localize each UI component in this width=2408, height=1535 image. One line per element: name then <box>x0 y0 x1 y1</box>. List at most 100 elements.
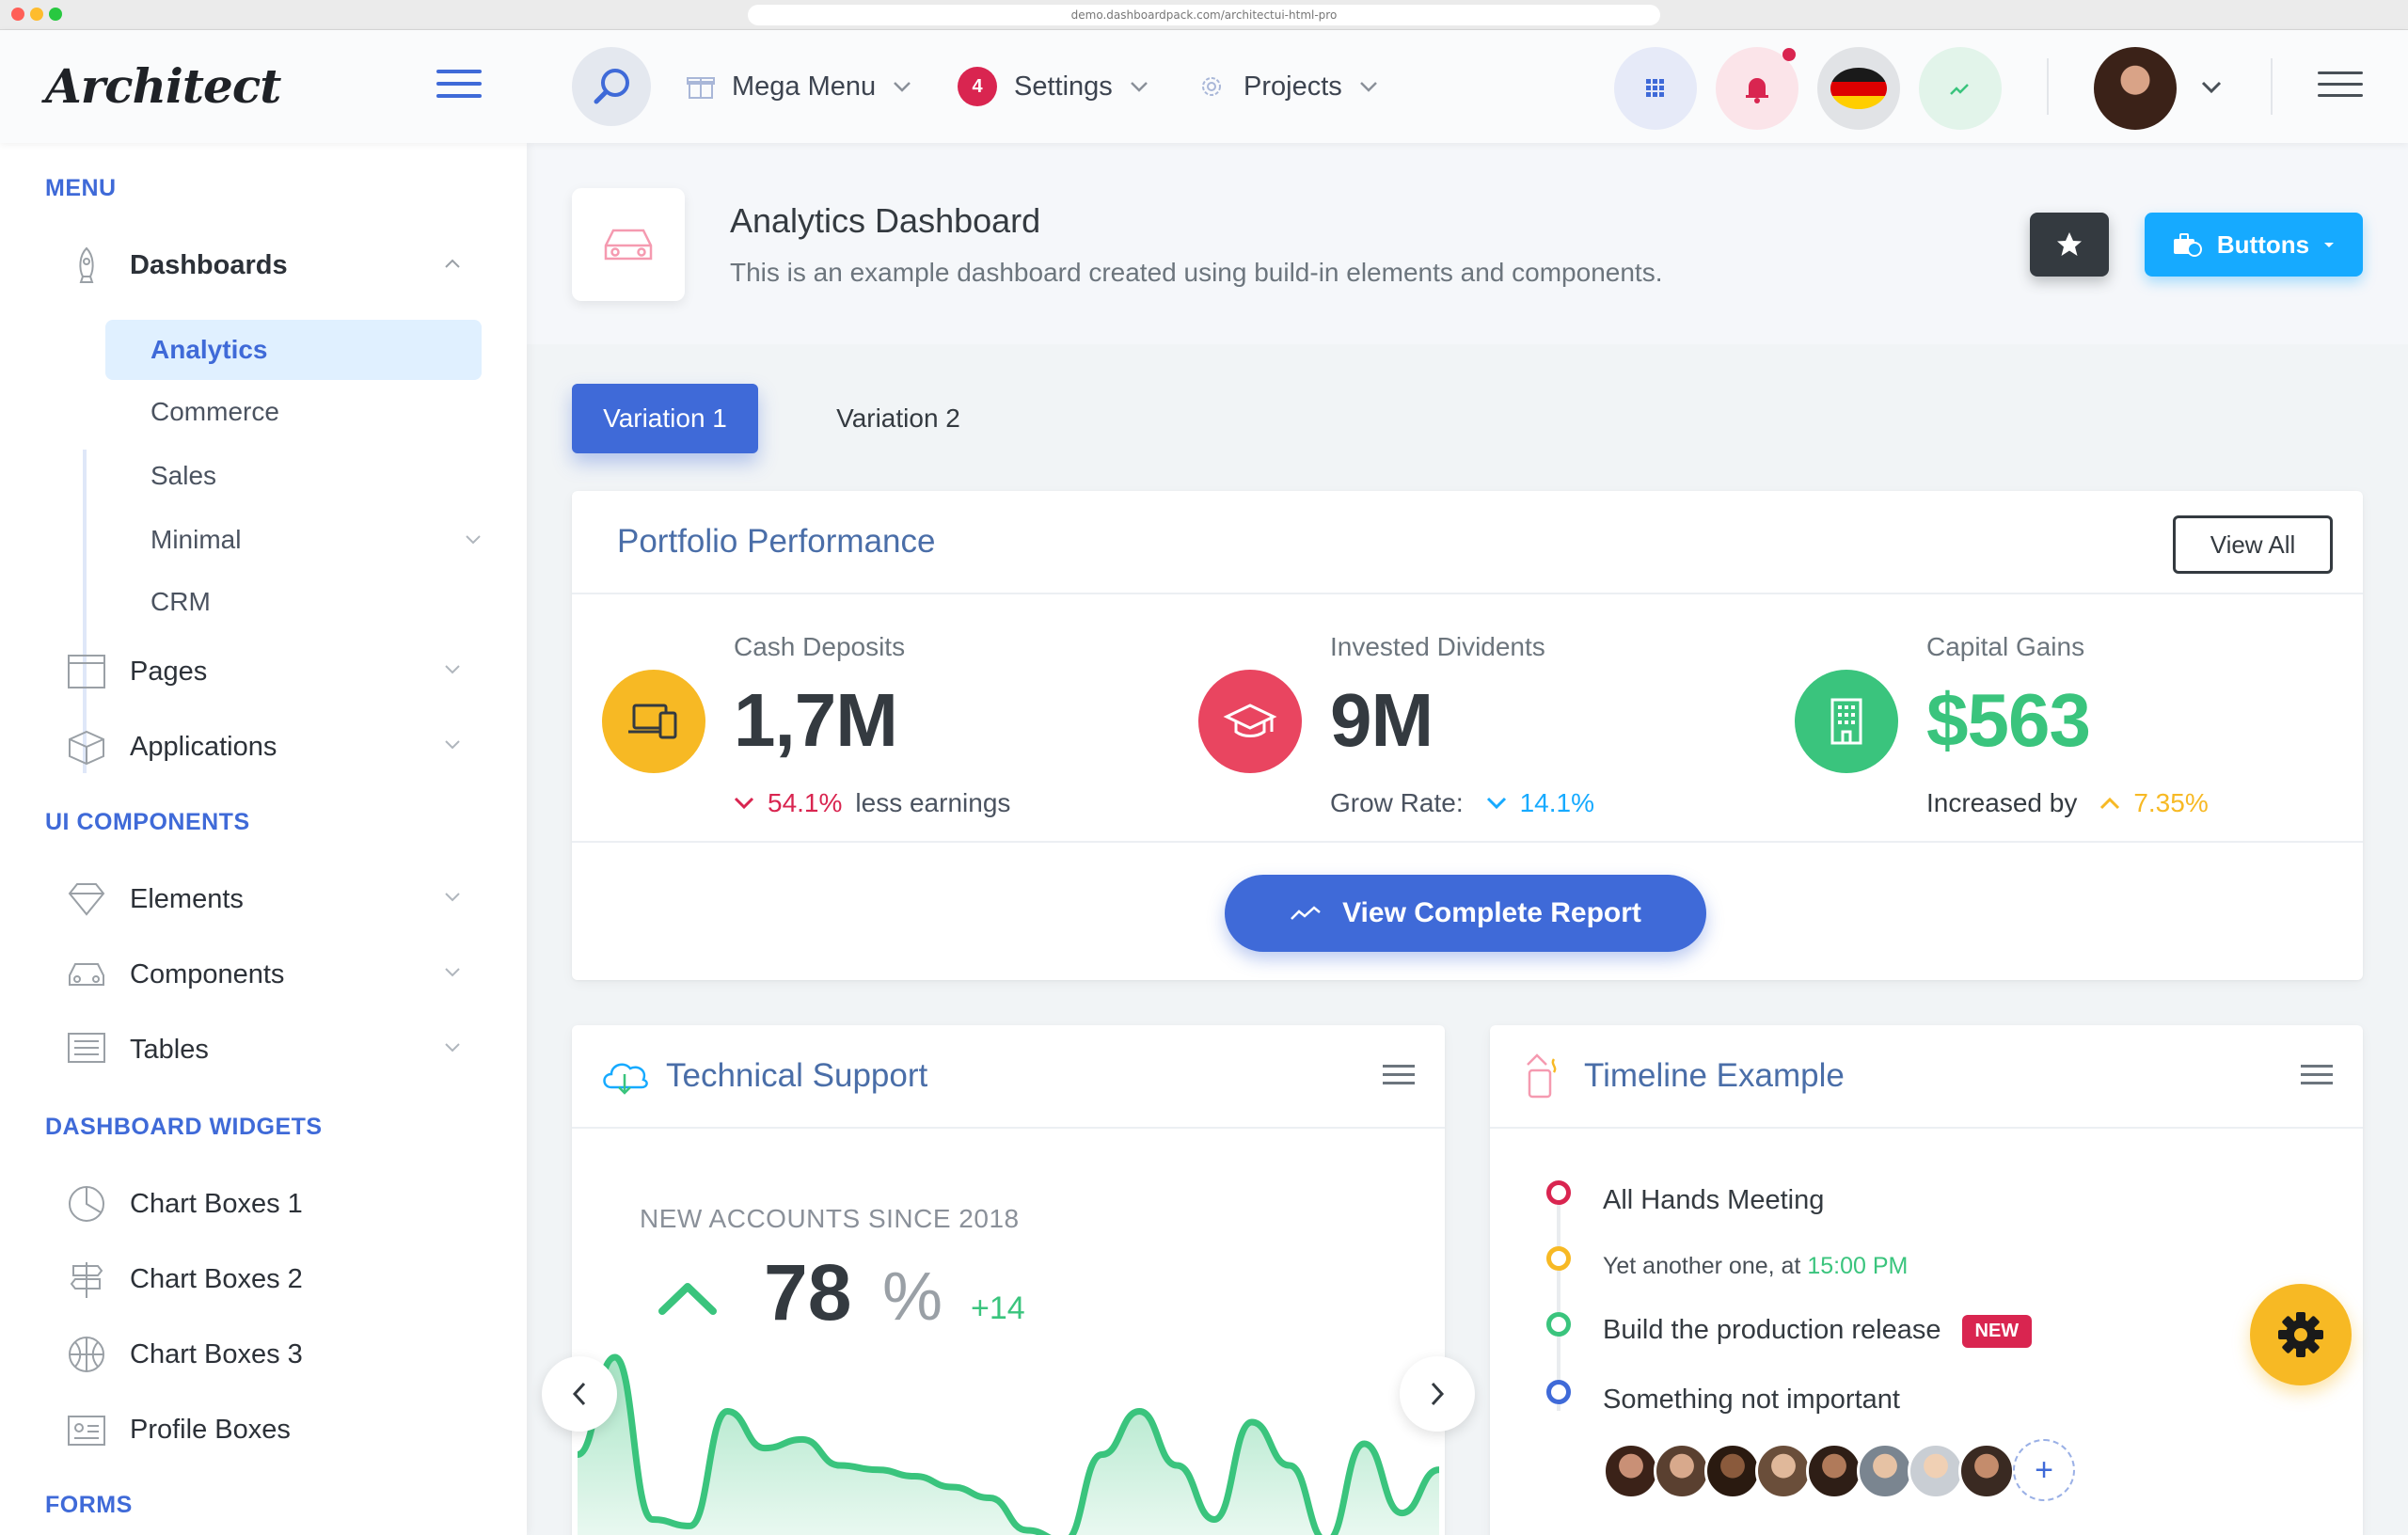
sidebar-section-forms: FORMS <box>45 1492 133 1518</box>
maximize-window-button[interactable] <box>49 8 62 21</box>
rocket-icon <box>66 245 107 286</box>
sidebar-toggle-button[interactable] <box>436 70 482 98</box>
card-menu-button[interactable] <box>2301 1065 2333 1090</box>
sidebar-item-minimal[interactable]: Minimal <box>105 510 482 570</box>
buttons-dropdown[interactable]: Buttons <box>2145 213 2363 277</box>
theme-settings-button[interactable] <box>2250 1284 2352 1385</box>
sidebar-item-tables[interactable]: Tables <box>66 1021 480 1078</box>
header-divider <box>2271 58 2273 115</box>
carousel-next-button[interactable] <box>1400 1356 1475 1432</box>
stat-footer: 54.1% less earnings <box>734 788 1010 818</box>
search-button[interactable] <box>572 47 651 126</box>
diamond-icon <box>66 878 107 920</box>
avatar[interactable] <box>1654 1443 1710 1499</box>
timeline-text-main: Build the production release <box>1603 1315 1941 1346</box>
sidebar-item-components[interactable]: Components <box>66 946 480 1003</box>
signpost-icon <box>66 1258 107 1300</box>
avatar[interactable] <box>1908 1443 1964 1499</box>
tab-variation-1[interactable]: Variation 1 <box>572 384 758 453</box>
sidebar-item-label: Profile Boxes <box>130 1414 291 1445</box>
apps-grid-button[interactable] <box>1614 47 1697 130</box>
avatar[interactable] <box>1704 1443 1761 1499</box>
chevron-down-icon <box>445 1043 460 1052</box>
sidebar-item-analytics[interactable]: Analytics <box>105 320 482 380</box>
graduation-cap-icon <box>1198 670 1302 773</box>
card-title: Technical Support <box>666 1057 928 1094</box>
chevron-down-icon <box>466 535 481 545</box>
accounts-label: NEW ACCOUNTS SINCE 2018 <box>640 1204 1020 1233</box>
chevron-left-icon <box>572 1382 586 1406</box>
sidebar-item-pages[interactable]: Pages <box>66 643 480 700</box>
add-member-button[interactable]: + <box>2013 1439 2075 1501</box>
user-menu-chevron-icon[interactable] <box>2201 81 2222 94</box>
nav-mega-menu[interactable]: Mega Menu <box>687 64 911 109</box>
header-divider <box>2047 58 2049 115</box>
timeline-text: Yet another one, at 15:00 PM <box>1603 1253 1908 1280</box>
caret-down-icon <box>2324 243 2335 247</box>
sidebar-item-applications[interactable]: Applications <box>66 719 480 775</box>
notifications-button[interactable] <box>1716 47 1798 130</box>
sidebar-item-chart-boxes-3[interactable]: Chart Boxes 3 <box>66 1326 480 1383</box>
timeline-line <box>1557 1185 1560 1411</box>
carousel-prev-button[interactable] <box>542 1356 617 1432</box>
sidebar-item-sales[interactable]: Sales <box>105 446 482 506</box>
timeline-text: All Hands Meeting <box>1603 1185 1825 1215</box>
card-title: Timeline Example <box>1584 1057 1845 1094</box>
devices-icon <box>602 670 705 773</box>
right-menu-button[interactable] <box>2318 71 2363 100</box>
sidebar-item-chart-boxes-2[interactable]: Chart Boxes 2 <box>66 1251 480 1307</box>
box-icon <box>66 726 107 768</box>
stat-capital-gains: Capital Gains $563 Increased by 7.35% <box>1765 594 2348 848</box>
address-bar[interactable]: demo.dashboardpack.com/architectui-html-… <box>748 5 1660 25</box>
sidebar-item-label: Pages <box>130 656 208 687</box>
page-subtitle: This is an example dashboard created usi… <box>730 258 1663 287</box>
view-complete-report-button[interactable]: View Complete Report <box>1225 875 1706 952</box>
avatar[interactable] <box>1806 1443 1862 1499</box>
avatar[interactable] <box>1958 1443 2015 1499</box>
nav-projects[interactable]: Projects <box>1196 64 1378 109</box>
card-header: Technical Support <box>572 1025 1445 1129</box>
table-icon <box>66 1029 107 1070</box>
language-button[interactable] <box>1817 47 1900 130</box>
stat-footer-text: less earnings <box>855 788 1011 817</box>
sidebar-item-label: Chart Boxes 2 <box>130 1263 303 1294</box>
stat-footer: Grow Rate: 14.1% <box>1330 788 1594 818</box>
cog-icon <box>1202 77 1221 96</box>
timeline-dot <box>1546 1246 1571 1271</box>
star-icon <box>2057 232 2082 256</box>
card-menu-button[interactable] <box>1383 1065 1415 1090</box>
stat-change: 54.1% <box>768 788 843 817</box>
timeline-dot <box>1546 1180 1571 1205</box>
page-title-area <box>527 143 2408 344</box>
logo[interactable]: Architect <box>45 58 281 114</box>
activity-button[interactable] <box>1919 47 2002 130</box>
avatar[interactable] <box>1603 1443 1659 1499</box>
timeline-text: Build the production release NEW <box>1603 1315 2033 1348</box>
timeline-time: 15:00 PM <box>1807 1253 1909 1279</box>
sidebar-item-elements[interactable]: Elements <box>66 871 480 927</box>
card-header: Portfolio Performance View All <box>572 491 2363 594</box>
nav-settings[interactable]: 4 Settings <box>958 64 1149 109</box>
page-title-icon <box>572 188 685 301</box>
tab-variation-2[interactable]: Variation 2 <box>809 384 988 453</box>
timeline-dot <box>1546 1380 1571 1404</box>
chevron-down-icon <box>1359 82 1377 92</box>
avatar[interactable] <box>1755 1443 1812 1499</box>
sidebar-item-commerce[interactable]: Commerce <box>105 382 482 442</box>
sidebar-item-dashboards[interactable]: Dashboards <box>66 237 480 293</box>
favorite-button[interactable] <box>2030 213 2109 277</box>
stat-value: $563 <box>1926 678 2091 762</box>
browser-window-icon <box>66 651 107 692</box>
sidebar-item-crm[interactable]: CRM <box>105 572 482 632</box>
avatar[interactable] <box>1857 1443 1913 1499</box>
sidebar-item-label: Components <box>130 958 285 989</box>
sidebar-item-chart-boxes-1[interactable]: Chart Boxes 1 <box>66 1176 480 1232</box>
new-badge: NEW <box>1961 1315 2033 1348</box>
minimize-window-button[interactable] <box>30 8 43 21</box>
app-header: Architect Mega Menu 4 Settings Projects <box>0 30 2408 143</box>
view-all-button[interactable]: View All <box>2173 515 2333 574</box>
user-avatar[interactable] <box>2094 47 2177 130</box>
sidebar-item-profile-boxes[interactable]: Profile Boxes <box>66 1401 480 1458</box>
close-window-button[interactable] <box>11 8 24 21</box>
id-card-icon <box>66 1409 107 1450</box>
